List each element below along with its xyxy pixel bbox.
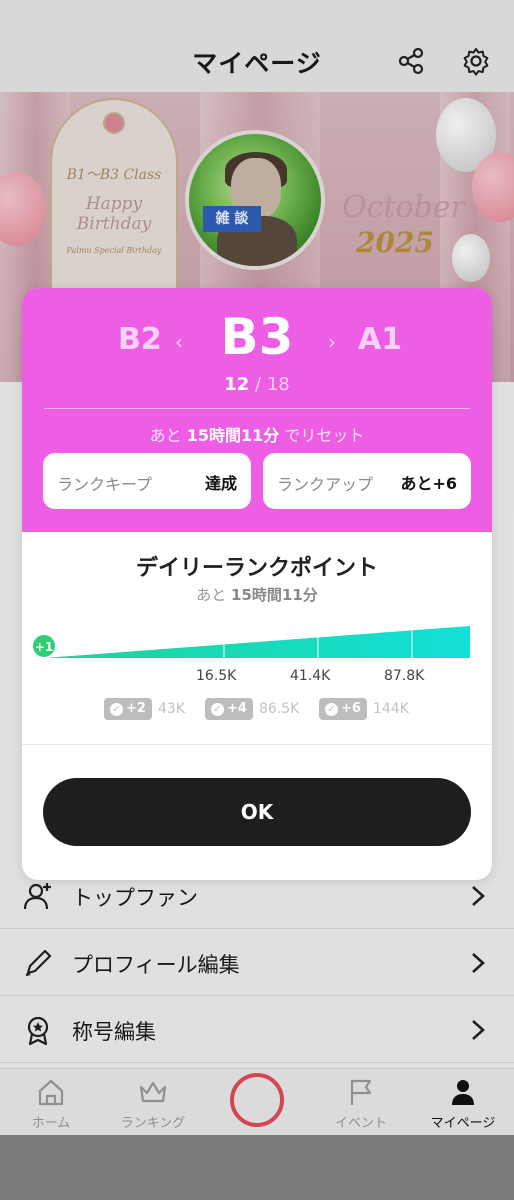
balloon-decoration [452,234,490,282]
year-text: 2025 [356,226,434,259]
menu-item-profile-edit[interactable]: プロフィール編集 [0,929,514,996]
chevron-right-icon [470,951,486,975]
daily-time: 15時間11分 [231,586,318,604]
home-icon [36,1077,66,1107]
award-icon [22,1014,54,1046]
gem-icon [103,112,125,134]
current-rank: B3 [220,308,294,366]
rank-up-label: ランクアップ [277,475,374,494]
month-text: October [342,190,465,225]
avatar[interactable]: 雑 談 [185,130,325,270]
reset-countdown: あと 15時間11分 でリセット [22,422,492,446]
chevron-right-icon [470,884,486,908]
rank-up-card: ランクアップ あと+6 [263,453,471,509]
reset-prefix: あと [149,426,187,445]
rank-up-value: あと+6 [400,474,457,493]
user-icon [448,1077,478,1107]
current-badge-text: +1 [35,640,53,654]
daily-prefix: あと [196,586,232,604]
progress-separator: / [249,374,267,395]
tick-label: 41.4K [290,668,331,684]
chevron-right-icon[interactable]: › [328,330,336,354]
rank-panel: B2 ‹ B3 › A1 12 / 18 あと 15時間11分 でリセット ラン… [22,288,492,532]
reward-threshold: 43K [157,701,185,717]
sign-happy-text: Happy [85,194,143,214]
divider [44,408,470,409]
rank-progress: 12 / 18 [22,374,492,395]
reward-threshold: 144K [372,701,409,717]
ok-button[interactable]: OK [43,778,471,846]
rank-modal: B2 ‹ B3 › A1 12 / 18 あと 15時間11分 でリセット ラン… [22,288,492,880]
share-icon[interactable] [396,46,426,76]
menu-item-label: プロフィール編集 [72,953,240,977]
tab-mypage[interactable]: マイページ [412,1069,514,1135]
reset-time: 15時間11分 [186,426,280,445]
reset-suffix: でリセット [279,426,365,445]
system-area [0,1135,514,1200]
reward-threshold: 86.5K [258,701,300,717]
check-icon: ✓ [110,703,123,716]
crown-icon [138,1077,168,1107]
sign-class-text: B1～B3 Class [66,167,162,183]
tab-event[interactable]: イベント [310,1069,412,1135]
reward-item: ✓ +2 43K [104,698,185,722]
menu-item-title-edit[interactable]: 称号編集 [0,996,514,1063]
progress-current: 12 [224,374,250,395]
reward-bonus: +6 [341,701,361,716]
menu-list: トップファン プロフィール編集 称号編集 [0,862,514,1063]
daily-points-title: デイリーランクポイント [135,556,378,581]
header: マイページ [0,0,514,92]
progress-wedge: +1 [32,626,470,659]
pencil-icon [22,947,54,979]
rank-keep-card: ランクキープ 達成 [43,453,251,509]
reward-bonus: +4 [227,701,247,716]
flag-icon [346,1077,376,1107]
reward-chip: ✓ +2 [104,698,152,720]
page-title: マイページ [192,49,322,78]
sign-birthday-text: Birthday [76,214,152,234]
tab-label: ランキング [120,1116,186,1131]
divider [22,744,492,745]
tick-label: 87.8K [384,668,425,684]
rank-keep-label: ランクキープ [57,475,153,494]
avatar-tag: 雑 談 [203,206,261,232]
menu-item-label: 称号編集 [72,1020,156,1044]
gear-icon[interactable] [461,46,491,76]
rank-keep-value: 達成 [204,474,237,493]
tick-label: 16.5K [196,668,237,684]
sign-footer-text: Palmu Special Birthday [66,246,162,255]
tab-ranking[interactable]: ランキング [102,1069,204,1135]
chevron-right-icon [470,1018,486,1042]
user-plus-icon [22,880,54,912]
progress-total: 18 [266,374,290,395]
reward-item: ✓ +6 144K [319,698,409,722]
tab-label: ホーム [31,1116,71,1131]
next-rank[interactable]: A1 [358,322,402,357]
daily-points-countdown: あと 15時間11分 [22,584,492,605]
reward-bonus: +2 [126,701,146,716]
tab-label: イベント [334,1116,387,1131]
tab-home[interactable]: ホーム [0,1069,102,1135]
reward-chip: ✓ +6 [319,698,367,720]
center-live-button[interactable] [230,1073,284,1127]
tab-label: マイページ [430,1116,496,1131]
reward-item: ✓ +4 86.5K [205,698,299,722]
reward-chip: ✓ +4 [205,698,253,720]
check-icon: ✓ [325,703,338,716]
menu-item-label: トップファン [72,886,198,910]
check-icon: ✓ [211,703,224,716]
